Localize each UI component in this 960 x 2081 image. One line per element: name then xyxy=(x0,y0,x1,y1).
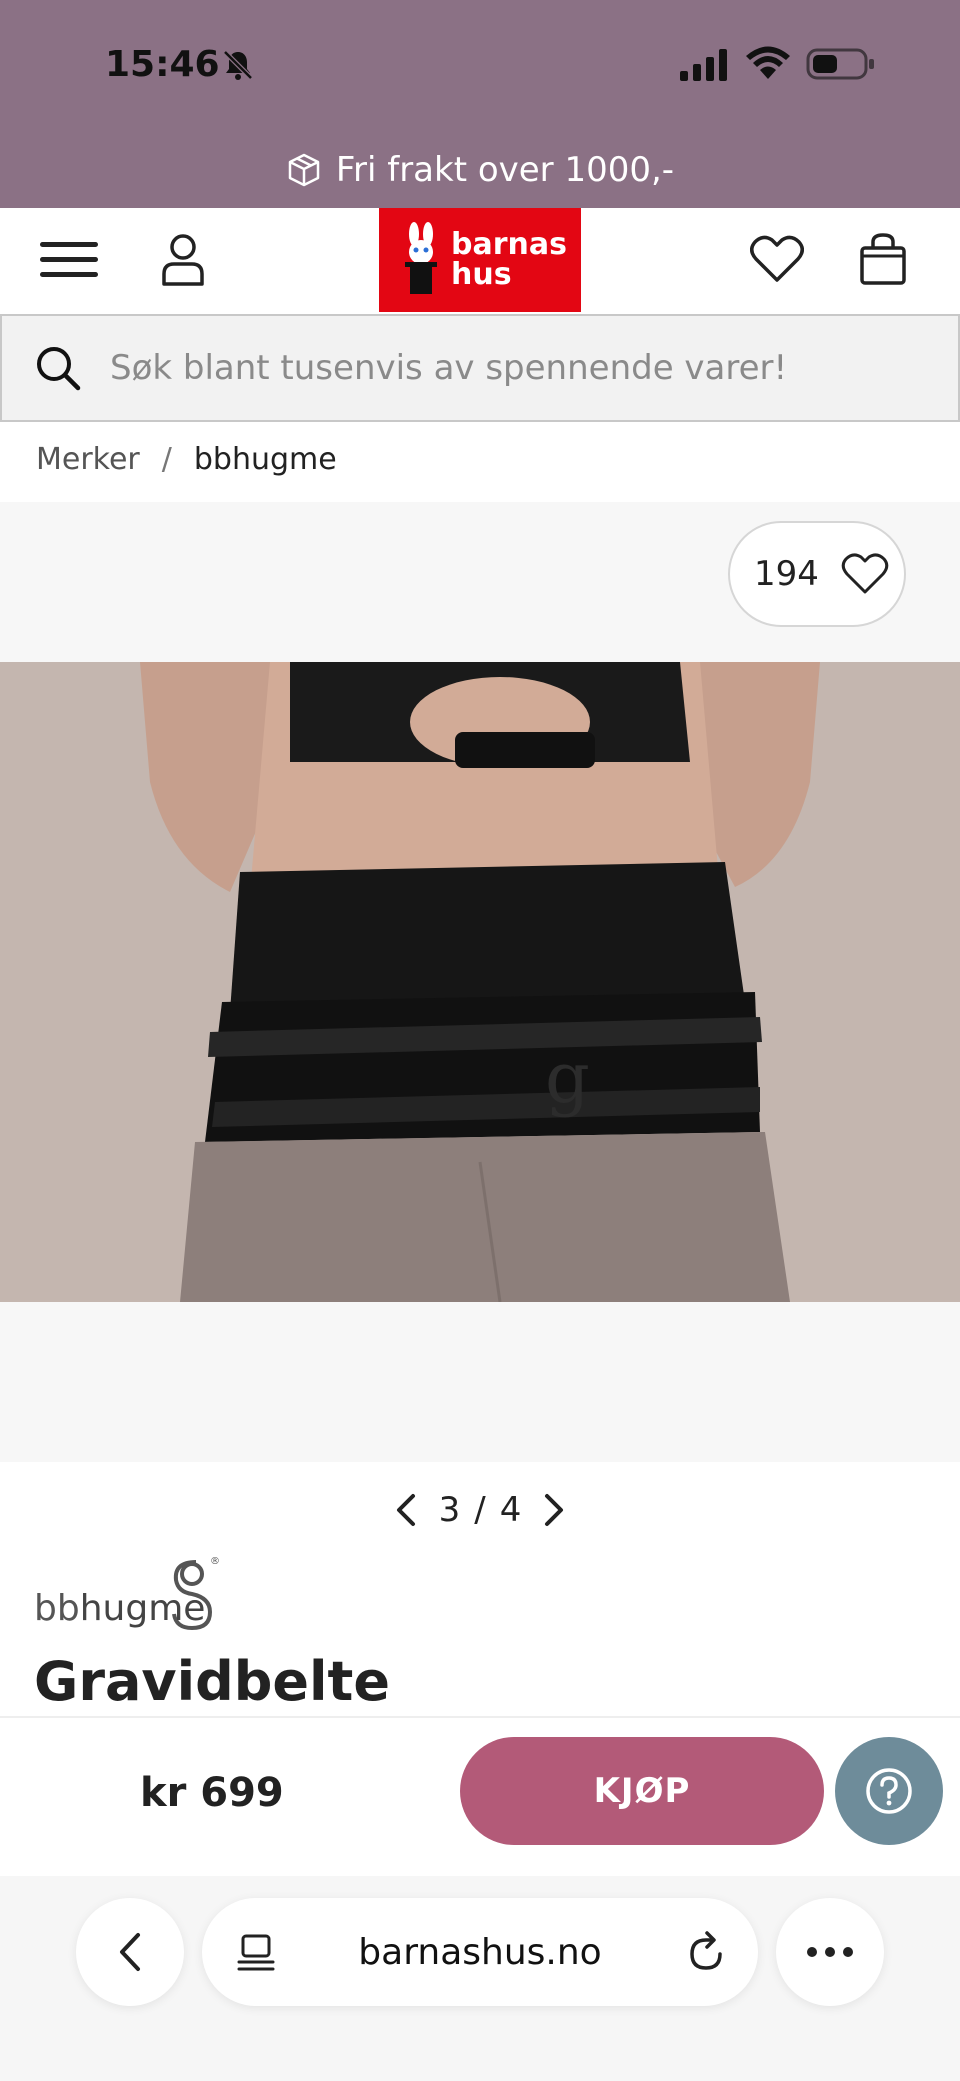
cellular-signal-icon xyxy=(680,49,727,81)
logo-wordmark: barnas hus xyxy=(451,230,567,290)
free-shipping-banner: Fri frakt over 1000,- xyxy=(0,148,960,192)
question-mark-icon xyxy=(866,1768,912,1814)
more-options-button[interactable] xyxy=(776,1898,884,2006)
breadcrumb-link-merker[interactable]: Merker xyxy=(36,442,140,477)
address-bar[interactable]: barnashus.no xyxy=(202,1898,758,2006)
previous-image-icon[interactable] xyxy=(391,1490,421,1530)
package-icon xyxy=(288,153,320,187)
battery-icon xyxy=(806,48,874,80)
status-time: 15:46 xyxy=(105,44,220,85)
pager-separator: / xyxy=(474,1490,486,1530)
rabbit-in-hat-icon xyxy=(405,222,437,294)
svg-text:g: g xyxy=(545,1037,590,1119)
bell-muted-icon xyxy=(223,50,253,80)
search-icon xyxy=(37,347,81,391)
breadcrumb-separator: / xyxy=(161,442,172,477)
reload-icon[interactable] xyxy=(684,1930,728,1974)
heart-icon xyxy=(841,553,889,594)
url-text: barnashus.no xyxy=(358,1931,602,1973)
wishlist-heart-icon[interactable] xyxy=(750,234,804,284)
buy-button[interactable]: KJØP xyxy=(460,1737,824,1845)
site-header: barnas hus xyxy=(0,208,960,314)
next-image-icon[interactable] xyxy=(539,1490,569,1530)
ellipsis-icon xyxy=(807,1947,853,1957)
product-title: Gravidbelte xyxy=(34,1650,390,1713)
like-count-button[interactable]: 194 xyxy=(728,521,906,627)
like-count: 194 xyxy=(754,554,819,594)
brand-part1: bb xyxy=(34,1588,80,1629)
wifi-icon xyxy=(746,46,790,79)
help-button[interactable] xyxy=(835,1737,943,1845)
barnashus-logo[interactable]: barnas hus xyxy=(379,208,581,312)
logo-line2: hus xyxy=(451,257,512,292)
hamburger-menu-icon[interactable] xyxy=(40,236,98,284)
search-bar[interactable] xyxy=(0,314,960,422)
shopping-bag-icon[interactable] xyxy=(858,232,908,286)
product-image[interactable]: g xyxy=(0,662,960,1302)
breadcrumb-current[interactable]: bbhugme xyxy=(194,442,337,477)
product-price: kr 699 xyxy=(140,1770,284,1816)
current-image-number: 3 xyxy=(438,1490,461,1530)
brand-part2: hugme xyxy=(79,1588,206,1629)
breadcrumb: Merker / bbhugme xyxy=(36,442,337,477)
user-account-icon[interactable] xyxy=(160,232,206,288)
promo-text: Fri frakt over 1000,- xyxy=(335,150,675,190)
logo-line1: barnas xyxy=(451,227,567,262)
svg-text:®: ® xyxy=(210,1556,220,1567)
brand-wordmark[interactable]: bbhugme xyxy=(34,1588,205,1629)
browser-back-button[interactable] xyxy=(76,1898,184,2006)
search-input[interactable] xyxy=(110,348,930,388)
total-images-number: 4 xyxy=(499,1490,522,1530)
gallery-pager: 3 / 4 xyxy=(0,1484,960,1536)
back-chevron-icon xyxy=(120,1933,140,1971)
